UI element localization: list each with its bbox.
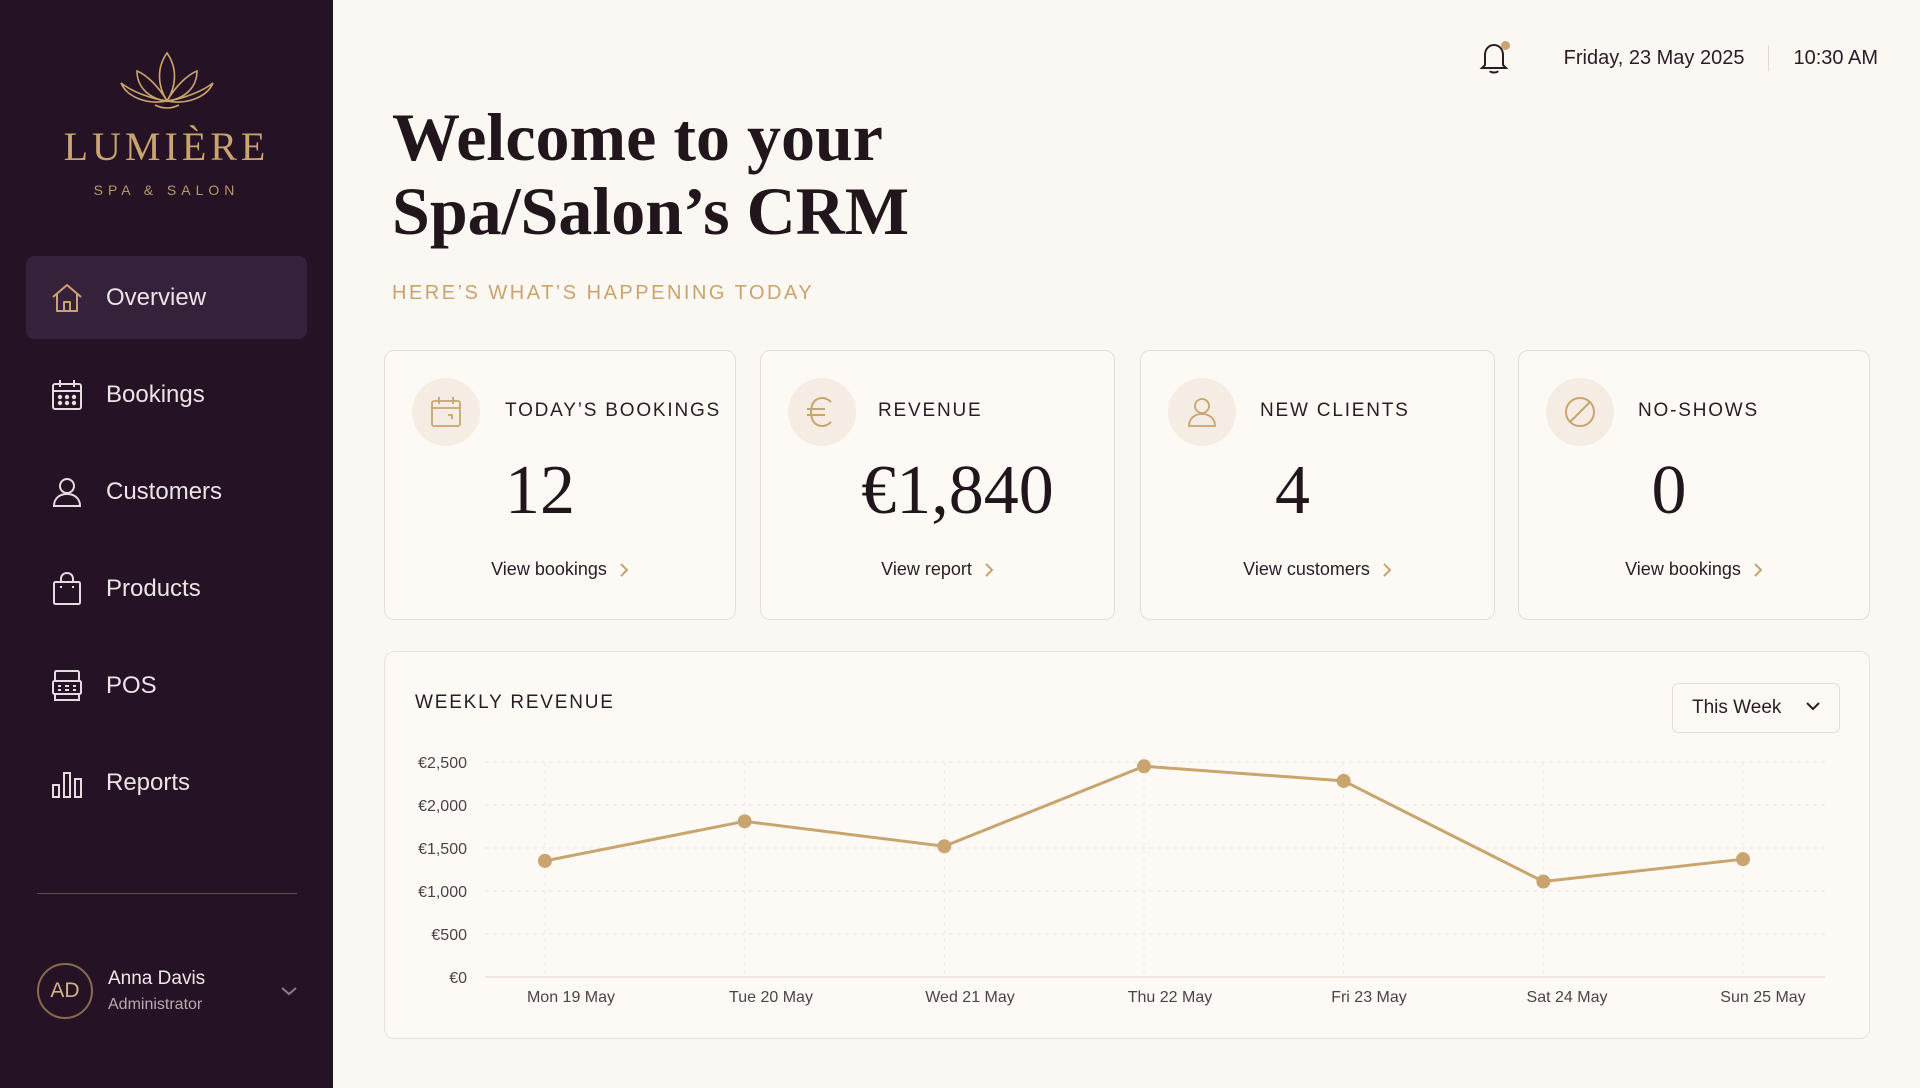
view-no-show-bookings-link[interactable]: View bookings xyxy=(1519,559,1869,580)
x-tick-label: Tue 20 May xyxy=(729,989,813,1006)
lotus-icon xyxy=(119,51,214,109)
x-tick-label: Thu 22 May xyxy=(1128,989,1212,1006)
sidebar-item-reports[interactable]: Reports xyxy=(26,741,307,824)
card-label: TODAY’S BOOKINGS xyxy=(505,400,722,421)
brand-name: LUMIÈRE xyxy=(63,124,270,169)
page-title-line-2: Spa/Salon’s CRM xyxy=(392,173,910,249)
x-tick-label: Fri 23 May xyxy=(1331,989,1407,1006)
view-report-link[interactable]: View report xyxy=(761,559,1114,580)
y-tick-label: €500 xyxy=(431,927,467,944)
card-value: 0 xyxy=(1651,452,1687,529)
chevron-right-icon xyxy=(984,562,994,578)
notification-dot xyxy=(1500,41,1510,50)
card-label: NO-SHOWS xyxy=(1638,400,1760,421)
calendar-icon xyxy=(48,376,86,414)
data-point[interactable] xyxy=(538,853,552,868)
card-link-label: View bookings xyxy=(1625,559,1741,579)
notifications-button[interactable] xyxy=(1478,40,1510,76)
avatar: AD xyxy=(37,963,93,1019)
y-tick-label: €1,500 xyxy=(418,841,467,858)
view-customers-link[interactable]: View customers xyxy=(1141,559,1494,580)
user-info: Anna Davis Administrator xyxy=(108,968,279,1014)
sidebar-item-label: Bookings xyxy=(106,380,205,408)
weekly-revenue-panel: WEEKLY REVENUE This Week €0 €500 €1,000 €1,… xyxy=(384,651,1870,1039)
user-role: Administrator xyxy=(108,996,203,1013)
sidebar-item-label: Customers xyxy=(106,477,223,505)
y-tick-label: €2,000 xyxy=(418,798,467,815)
x-tick-label: Sat 24 May xyxy=(1527,989,1608,1006)
stat-card-new-clients: NEW CLIENTS 4 View customers xyxy=(1140,350,1495,620)
sidebar-item-label: Overview xyxy=(106,283,207,311)
sidebar-item-customers[interactable]: Customers xyxy=(26,450,307,533)
view-bookings-link[interactable]: View bookings xyxy=(385,559,735,580)
sidebar-item-products[interactable]: Products xyxy=(26,547,307,630)
chevron-right-icon xyxy=(619,562,629,578)
user-icon xyxy=(48,473,86,511)
shopping-bag-icon xyxy=(48,570,86,608)
data-point[interactable] xyxy=(1336,773,1351,788)
data-point[interactable] xyxy=(1536,874,1551,889)
x-tick-label: Sun 25 May xyxy=(1720,989,1805,1006)
calendar-icon xyxy=(412,378,480,446)
y-tick-label: €2,500 xyxy=(418,755,467,772)
sidebar-nav: Overview Bookings Customers Products POS xyxy=(26,256,307,838)
prohibited-icon xyxy=(1546,378,1614,446)
header-divider xyxy=(1768,45,1770,71)
sidebar-item-overview[interactable]: Overview xyxy=(26,256,307,339)
user-menu[interactable]: AD Anna Davis Administrator xyxy=(37,963,299,1019)
x-tick-label: Mon 19 May xyxy=(527,989,615,1006)
brand-tagline: SPA & SALON xyxy=(93,182,240,198)
brand-logo[interactable]: LUMIÈRE SPA & SALON xyxy=(0,45,333,198)
chevron-right-icon xyxy=(1382,562,1392,578)
data-point[interactable] xyxy=(1736,852,1750,867)
y-tick-label: €1,000 xyxy=(418,884,467,901)
sidebar: LUMIÈRE SPA & SALON Overview Bookings Cu… xyxy=(0,0,333,1088)
series-line xyxy=(544,764,1744,884)
stat-card-revenue: REVENUE €1,840 View report xyxy=(760,350,1115,620)
sidebar-item-label: Reports xyxy=(106,768,191,796)
card-link-label: View bookings xyxy=(491,559,607,579)
register-icon xyxy=(48,667,86,705)
current-date: Friday, 23 May 2025 xyxy=(1563,46,1745,69)
data-point[interactable] xyxy=(737,814,752,829)
data-point[interactable] xyxy=(1137,759,1151,774)
current-time: 10:30 AM xyxy=(1793,46,1878,69)
weekly-revenue-chart: €0 €500 €1,000 €1,500 €2,000 €2,500 Mon 19 May… xyxy=(418,755,1825,1006)
y-tick-label: €0 xyxy=(449,970,467,987)
bar-chart-icon xyxy=(48,764,86,802)
user-icon xyxy=(1168,378,1236,446)
card-value: €1,840 xyxy=(861,452,1054,529)
x-tick-label: Wed 21 May xyxy=(925,989,1015,1006)
home-icon xyxy=(48,279,86,317)
euro-icon xyxy=(788,378,856,446)
chevron-right-icon xyxy=(1753,562,1763,578)
card-link-label: View report xyxy=(881,559,972,579)
card-value: 4 xyxy=(1275,452,1310,529)
top-bar: Friday, 23 May 2025 10:30 AM xyxy=(1478,38,1878,78)
card-label: REVENUE xyxy=(878,400,983,421)
sidebar-item-bookings[interactable]: Bookings xyxy=(26,353,307,436)
chevron-down-icon[interactable] xyxy=(279,985,299,997)
card-value: 12 xyxy=(505,452,575,529)
sidebar-item-label: POS xyxy=(106,671,157,699)
page-title: Welcome to your Spa/Salon’s CRM xyxy=(392,100,1092,248)
stat-card-no-shows: NO-SHOWS 0 View bookings xyxy=(1518,350,1870,620)
stat-card-bookings: TODAY’S BOOKINGS 12 View bookings xyxy=(384,350,736,620)
card-link-label: View customers xyxy=(1243,559,1370,579)
sidebar-item-label: Products xyxy=(106,574,201,602)
page-subtitle: HERE’S WHAT’S HAPPENING TODAY xyxy=(392,282,815,304)
data-point[interactable] xyxy=(937,839,952,854)
sidebar-divider xyxy=(37,893,297,894)
user-name: Anna Davis xyxy=(108,968,206,989)
card-label: NEW CLIENTS xyxy=(1260,400,1410,421)
page-title-line-1: Welcome to your xyxy=(392,99,883,175)
sidebar-item-pos[interactable]: POS xyxy=(26,644,307,727)
